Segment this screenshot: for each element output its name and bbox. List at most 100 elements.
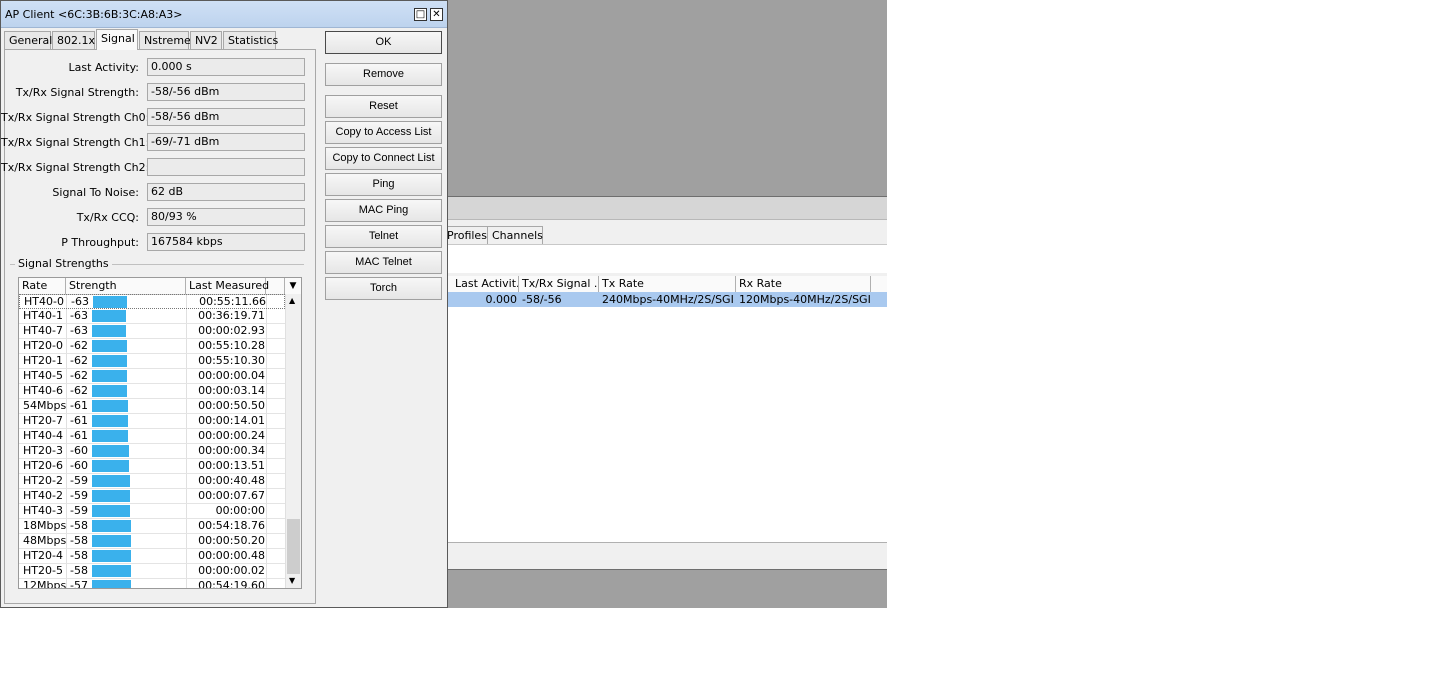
table-row[interactable]: HT20-7 -61 00:00:14.01 xyxy=(19,414,285,429)
cell-rate: 48Mbps xyxy=(23,534,67,547)
cell-last-measured: 00:00:40.48 xyxy=(198,474,265,487)
cell-rate: HT20-1 xyxy=(23,354,63,367)
table-row[interactable]: HT20-3 -60 00:00:00.34 xyxy=(19,444,285,459)
table-row[interactable]: HT40-0 -63 00:55:11.66 xyxy=(19,294,285,309)
table-row[interactable]: 0.000 -58/-56 240Mbps-40MHz/2S/SGI 120Mb… xyxy=(448,292,887,307)
reset-button[interactable]: Reset xyxy=(325,95,442,118)
col-strength[interactable]: Strength xyxy=(66,278,186,294)
cell-strength: -59 xyxy=(70,504,88,517)
table-row[interactable]: HT40-6 -62 00:00:03.14 xyxy=(19,384,285,399)
tab-8021x[interactable]: 802.1x xyxy=(52,31,95,49)
mac-ping-button[interactable]: MAC Ping xyxy=(325,199,442,222)
signal-ch2-field[interactable] xyxy=(147,158,305,176)
background-table-body xyxy=(448,307,887,542)
column-menu-icon[interactable]: ▼ xyxy=(285,278,301,294)
cell-strength: -58 xyxy=(70,564,88,577)
remove-button[interactable]: Remove xyxy=(325,63,442,86)
dialog-titlebar[interactable]: AP Client <6C:3B:6B:3C:A8:A3> □ ✕ xyxy=(1,1,447,28)
cell-rate: HT20-7 xyxy=(23,414,63,427)
table-row[interactable]: HT40-3 -59 00:00:00 xyxy=(19,504,285,519)
signal-table-header: Rate Strength Last Measured ▼ xyxy=(19,278,301,295)
signal-strength-field[interactable]: -58/-56 dBm xyxy=(147,83,305,101)
strength-bar xyxy=(92,355,127,367)
cell-rate: 54Mbps xyxy=(23,399,67,412)
cell-rate: HT40-1 xyxy=(23,309,63,322)
table-row[interactable]: HT40-7 -63 00:00:02.93 xyxy=(19,324,285,339)
table-row[interactable]: HT40-5 -62 00:00:00.04 xyxy=(19,369,285,384)
table-row[interactable]: HT40-1 -63 00:36:19.71 xyxy=(19,309,285,324)
table-row[interactable]: HT20-2 -59 00:00:40.48 xyxy=(19,474,285,489)
cell-strength: -62 xyxy=(70,384,88,397)
strength-bar xyxy=(92,340,127,352)
tab-signal[interactable]: Signal xyxy=(96,29,138,50)
col-spacer xyxy=(266,278,285,294)
copy-to-connect-list-button[interactable]: Copy to Connect List xyxy=(325,147,442,170)
ccq-field[interactable]: 80/93 % xyxy=(147,208,305,226)
strength-bar xyxy=(92,310,126,322)
signal-ch1-field[interactable]: -69/-71 dBm xyxy=(147,133,305,151)
tab-channels[interactable]: Channels xyxy=(487,226,543,244)
col-rx-rate[interactable]: Rx Rate xyxy=(736,276,871,292)
col-last-measured[interactable]: Last Measured xyxy=(186,278,269,294)
cell-last-measured: 00:00:00.02 xyxy=(198,564,265,577)
background-window-titlebar[interactable] xyxy=(448,197,887,220)
ping-button[interactable]: Ping xyxy=(325,173,442,196)
table-row[interactable]: 48Mbps -58 00:00:50.20 xyxy=(19,534,285,549)
telnet-button[interactable]: Telnet xyxy=(325,225,442,248)
table-row[interactable]: HT40-4 -61 00:00:00.24 xyxy=(19,429,285,444)
cell-strength: -60 xyxy=(70,444,88,457)
table-row[interactable]: HT20-5 -58 00:00:00.02 xyxy=(19,564,285,579)
table-row[interactable]: HT20-0 -62 00:55:10.28 xyxy=(19,339,285,354)
strength-bar xyxy=(92,520,131,532)
copy-to-access-list-button[interactable]: Copy to Access List xyxy=(325,121,442,144)
tab-profiles[interactable]: Profiles xyxy=(442,226,488,244)
last-activity-field[interactable]: 0.000 s xyxy=(147,58,305,76)
table-row[interactable]: 54Mbps -61 00:00:50.50 xyxy=(19,399,285,414)
table-row[interactable]: 18Mbps -58 00:54:18.76 xyxy=(19,519,285,534)
col-last-activity[interactable]: Last Activit... xyxy=(452,276,519,292)
mac-telnet-button[interactable]: MAC Telnet xyxy=(325,251,442,274)
tab-statistics[interactable]: Statistics xyxy=(223,31,278,49)
cell-last-measured: 00:36:19.71 xyxy=(198,309,265,322)
strength-bar xyxy=(93,296,127,308)
cell-rate: HT40-3 xyxy=(23,504,63,517)
cell-last-activity: 0.000 xyxy=(485,293,518,306)
close-icon[interactable]: ✕ xyxy=(430,8,443,21)
table-row[interactable]: HT20-1 -62 00:55:10.30 xyxy=(19,354,285,369)
cell-last-measured: 00:00:50.50 xyxy=(198,399,265,412)
scrollbar-thumb[interactable] xyxy=(287,519,300,574)
tab-general[interactable]: General xyxy=(4,31,52,49)
cell-strength: -61 xyxy=(70,399,88,412)
cell-last-measured: 00:00:14.01 xyxy=(198,414,265,427)
cell-last-measured: 00:00:00 xyxy=(215,504,265,517)
signal-ch0-field[interactable]: -58/-56 dBm xyxy=(147,108,305,126)
strength-bar xyxy=(92,370,127,382)
signal-to-noise-field[interactable]: 62 dB xyxy=(147,183,305,201)
signal-strengths-table: Rate Strength Last Measured ▼ HT40-0 -63 0… xyxy=(18,277,302,589)
cell-rate: HT40-7 xyxy=(23,324,63,337)
cell-strength: -61 xyxy=(70,414,88,427)
table-row[interactable]: HT40-2 -59 00:00:07.67 xyxy=(19,489,285,504)
table-row[interactable]: HT20-4 -58 00:00:00.48 xyxy=(19,549,285,564)
scroll-down-icon[interactable]: ▼ xyxy=(289,576,295,586)
strength-bar xyxy=(92,535,131,547)
throughput-field[interactable]: 167584 kbps xyxy=(147,233,305,251)
ok-button[interactable]: OK xyxy=(325,31,442,54)
tab-nv2[interactable]: NV2 xyxy=(190,31,222,49)
restore-icon[interactable]: □ xyxy=(414,8,427,21)
tab-nstreme[interactable]: Nstreme xyxy=(139,31,191,49)
signal-table-body[interactable]: HT40-0 -63 00:55:11.66 HT40-1 -63 00:36:19.71… xyxy=(19,294,285,588)
col-rate[interactable]: Rate xyxy=(19,278,66,294)
signal-table-scrollbar[interactable]: ▲ ▼ xyxy=(285,294,301,588)
col-tx-rate[interactable]: Tx Rate xyxy=(599,276,736,292)
field-label-signal-ch2: Tx/Rx Signal Strength Ch2: xyxy=(1,161,150,174)
cell-rate: HT40-4 xyxy=(23,429,63,442)
torch-button[interactable]: Torch xyxy=(325,277,442,300)
cell-strength: -57 xyxy=(70,579,88,588)
col-signal[interactable]: Tx/Rx Signal ... xyxy=(519,276,599,292)
table-row[interactable]: 12Mbps -57 00:54:19.60 xyxy=(19,579,285,588)
field-label-throughput: P Throughput: xyxy=(61,236,139,249)
cell-rate: HT20-6 xyxy=(23,459,63,472)
table-row[interactable]: HT20-6 -60 00:00:13.51 xyxy=(19,459,285,474)
scroll-up-icon[interactable]: ▲ xyxy=(289,296,295,306)
